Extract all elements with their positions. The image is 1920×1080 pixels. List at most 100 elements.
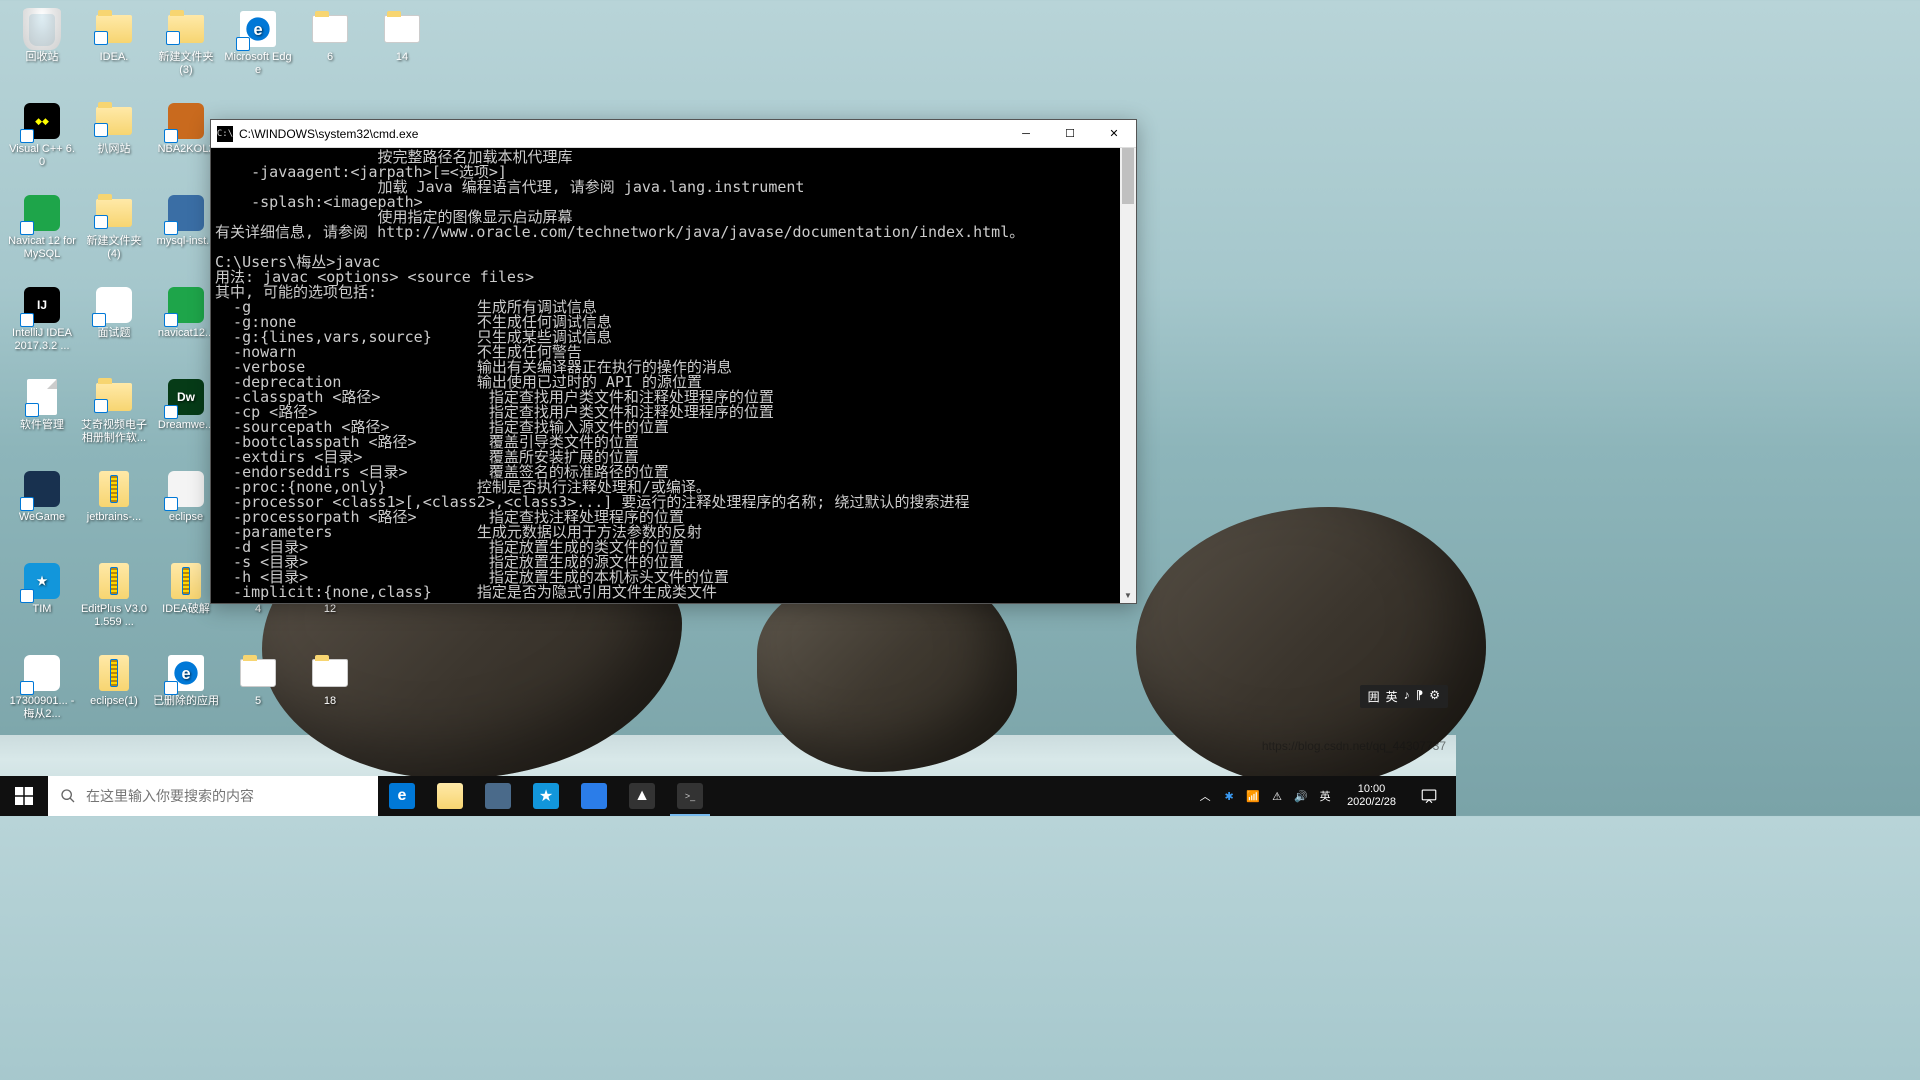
- icon-label: 新建文件夹 (4): [80, 235, 148, 260]
- icon-label: 5: [255, 695, 261, 708]
- windows-icon: [15, 787, 33, 805]
- icon-label: 新建文件夹 (3): [152, 51, 220, 76]
- icon-image: IJ: [22, 285, 62, 325]
- icon-label: 6: [327, 51, 333, 64]
- svg-text:e: e: [181, 665, 190, 683]
- icon-image: Dw: [166, 377, 206, 417]
- desktop-icon-31[interactable]: jetbrains-...: [78, 465, 150, 555]
- ime-item[interactable]: ⁋: [1416, 688, 1424, 705]
- icon-label: 艾奇视频电子相册制作软...: [80, 419, 148, 444]
- action-center-button[interactable]: [1410, 787, 1448, 805]
- scroll-down-button[interactable]: ▼: [1120, 587, 1136, 603]
- tray-volume-icon[interactable]: 🔊: [1293, 788, 1309, 804]
- taskbar: e ★ ▲ >_ ︿ ✱ 📶 ⚠ 🔊 英 10:00 2020/2/28: [0, 776, 1456, 816]
- desktop-icon-36[interactable]: ★TIM: [6, 557, 78, 647]
- scroll-thumb[interactable]: [1122, 148, 1134, 204]
- taskbar-tim[interactable]: ★: [522, 776, 570, 816]
- icon-label: Navicat 12 for MySQL: [8, 235, 76, 260]
- tray-security-icon[interactable]: ✱: [1221, 788, 1237, 804]
- cmd-icon: C:\: [217, 126, 233, 142]
- icon-image: [382, 9, 422, 49]
- icon-image: [94, 377, 134, 417]
- cmd-scrollbar[interactable]: ▲ ▼: [1120, 148, 1136, 603]
- icon-image: [22, 9, 62, 49]
- taskbar-apps: e ★ ▲ >_: [378, 776, 714, 816]
- ime-item[interactable]: ♪: [1404, 688, 1410, 705]
- desktop-icon-6[interactable]: ◆◆Visual C++ 6.0: [6, 97, 78, 187]
- icon-label: WeGame: [19, 511, 65, 524]
- tray-ime-lang[interactable]: 英: [1317, 788, 1333, 804]
- icon-label: 软件管理: [20, 419, 64, 432]
- icon-label: 18: [324, 695, 336, 708]
- icon-image: [238, 653, 278, 693]
- system-tray: ︿ ✱ 📶 ⚠ 🔊 英 10:00 2020/2/28: [1189, 776, 1456, 816]
- icon-label: IDEA破解: [162, 603, 210, 616]
- window-titlebar[interactable]: C:\ C:\WINDOWS\system32\cmd.exe ─ ☐ ✕: [211, 120, 1136, 148]
- taskbar-app2[interactable]: [570, 776, 618, 816]
- tray-chevron-icon[interactable]: ︿: [1197, 788, 1213, 804]
- icon-label: Dreamwe...: [158, 419, 214, 432]
- taskbar-edge[interactable]: e: [378, 776, 426, 816]
- icon-label: EditPlus V3.01.559 ...: [80, 603, 148, 628]
- icon-image: [94, 469, 134, 509]
- icon-image: [94, 285, 134, 325]
- cmd-output[interactable]: 按完整路径名加载本机代理库 -javaagent:<jarpath>[=<选项>…: [211, 148, 1120, 603]
- icon-image: ★: [22, 561, 62, 601]
- desktop-icon-1[interactable]: IDEA.: [78, 5, 150, 95]
- desktop-icon-4[interactable]: 6: [294, 5, 366, 95]
- tray-clock[interactable]: 10:00 2020/2/28: [1341, 783, 1402, 809]
- tray-wifi-icon[interactable]: ⚠: [1269, 788, 1285, 804]
- taskbar-app1[interactable]: [474, 776, 522, 816]
- desktop-icon-0[interactable]: 回收站: [6, 5, 78, 95]
- desktop-icon-25[interactable]: 艾奇视频电子相册制作软...: [78, 373, 150, 463]
- taskbar-photos[interactable]: ▲: [618, 776, 666, 816]
- tray-network-icon[interactable]: 📶: [1245, 788, 1261, 804]
- icon-image: [166, 101, 206, 141]
- desktop-icon-3[interactable]: eMicrosoft Edge: [222, 5, 294, 95]
- taskbar-explorer[interactable]: [426, 776, 474, 816]
- icon-image: [166, 193, 206, 233]
- icon-label: 14: [396, 51, 408, 64]
- notification-icon: [1420, 787, 1438, 805]
- maximize-button[interactable]: ☐: [1048, 120, 1092, 148]
- icon-label: jetbrains-...: [87, 511, 141, 524]
- icon-image: [94, 193, 134, 233]
- icon-label: 17300901... - 梅从2...: [8, 695, 76, 720]
- ime-item[interactable]: 囲: [1368, 688, 1380, 705]
- desktop-icon-5[interactable]: 14: [366, 5, 438, 95]
- minimize-button[interactable]: ─: [1004, 120, 1048, 148]
- desktop-icon-12[interactable]: Navicat 12 for MySQL: [6, 189, 78, 279]
- icon-label: eclipse(1): [90, 695, 138, 708]
- icon-label: NBA2KOL2: [158, 143, 215, 156]
- close-button[interactable]: ✕: [1092, 120, 1136, 148]
- desktop-icon-46[interactable]: 18: [294, 649, 366, 739]
- icon-label: 已删除的应用: [153, 695, 219, 708]
- desktop-icon-43[interactable]: eclipse(1): [78, 649, 150, 739]
- search-icon: [60, 788, 76, 804]
- icon-label: 扒网站: [98, 143, 131, 156]
- desktop-icon-13[interactable]: 新建文件夹 (4): [78, 189, 150, 279]
- desktop-icon-7[interactable]: 扒网站: [78, 97, 150, 187]
- ime-item[interactable]: ⚙: [1429, 688, 1440, 705]
- ime-item[interactable]: 英: [1386, 688, 1398, 705]
- desktop-icon-44[interactable]: e 已删除的应用: [150, 649, 222, 739]
- icon-image: [94, 9, 134, 49]
- desktop-icon-30[interactable]: WeGame: [6, 465, 78, 555]
- desktop-icon-24[interactable]: 软件管理: [6, 373, 78, 463]
- taskbar-cmd[interactable]: >_: [666, 776, 714, 816]
- desktop-icon-19[interactable]: 面试题: [78, 281, 150, 371]
- desktop-icon-42[interactable]: 17300901... - 梅从2...: [6, 649, 78, 739]
- icon-image: e: [166, 653, 206, 693]
- desktop-icon-2[interactable]: 新建文件夹 (3): [150, 5, 222, 95]
- icon-image: [94, 653, 134, 693]
- start-button[interactable]: [0, 776, 48, 816]
- icon-image: [22, 377, 62, 417]
- desktop-icon-45[interactable]: 5: [222, 649, 294, 739]
- search-input[interactable]: [86, 788, 366, 804]
- taskbar-search[interactable]: [48, 776, 378, 816]
- ime-toolbar[interactable]: 囲英 ♪ ⁋ ⚙: [1360, 685, 1448, 708]
- icon-image: [22, 193, 62, 233]
- icon-image: [166, 561, 206, 601]
- desktop-icon-37[interactable]: EditPlus V3.01.559 ...: [78, 557, 150, 647]
- desktop-icon-18[interactable]: IJIntelliJ IDEA 2017.3.2 ...: [6, 281, 78, 371]
